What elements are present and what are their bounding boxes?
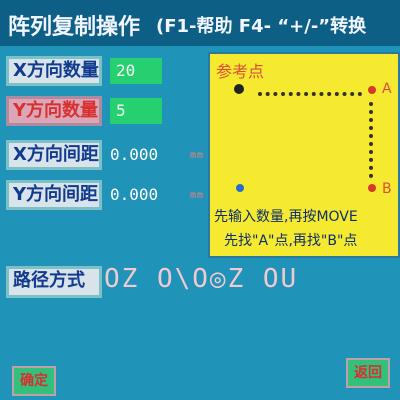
point-a-label: A <box>382 81 392 97</box>
column-path-line <box>369 102 373 178</box>
row-path-line <box>258 92 362 96</box>
point-b-label: B <box>382 181 392 197</box>
instruction-line-1: 先输入数量,再按MOVE <box>214 209 358 225</box>
start-point-marker <box>234 84 244 94</box>
help-hint: (F1-帮助 F4- “+/-”转换 <box>156 16 367 37</box>
y-count-button[interactable]: Y方向数量 <box>6 96 102 126</box>
y-spacing-unit: mm <box>190 190 205 201</box>
y-spacing-button[interactable]: Y方向间距 <box>6 180 102 210</box>
x-spacing-button[interactable]: X方向间距 <box>6 140 102 170</box>
origin-marker <box>236 184 244 192</box>
path-mode-button[interactable]: 路径方式 <box>6 266 102 298</box>
x-count-input[interactable]: 20 <box>110 58 162 84</box>
point-b-marker <box>368 184 376 192</box>
reference-panel: 参考点 A B 先输入数量,再按MOVE 先找"A"点,再找"B"点 <box>208 52 400 258</box>
back-button[interactable]: 返回 <box>346 358 390 388</box>
reference-title: 参考点 <box>216 62 265 81</box>
page-title: 阵列复制操作 <box>8 15 141 40</box>
confirm-button[interactable]: 确定 <box>12 366 56 396</box>
x-spacing-value[interactable]: 0.000 <box>110 142 158 168</box>
path-mode-options[interactable]: OZ O\O◎Z OU <box>104 264 304 294</box>
x-count-button[interactable]: X方向数量 <box>6 56 102 86</box>
y-count-input[interactable]: 5 <box>110 98 162 124</box>
x-spacing-unit: mm <box>190 150 205 161</box>
instruction-line-2: 先找"A"点,再找"B"点 <box>224 233 358 249</box>
point-a-marker <box>368 86 376 94</box>
title-bar: 阵列复制操作 (F1-帮助 F4- “+/-”转换 <box>0 0 400 46</box>
y-spacing-value[interactable]: 0.000 <box>110 182 158 208</box>
